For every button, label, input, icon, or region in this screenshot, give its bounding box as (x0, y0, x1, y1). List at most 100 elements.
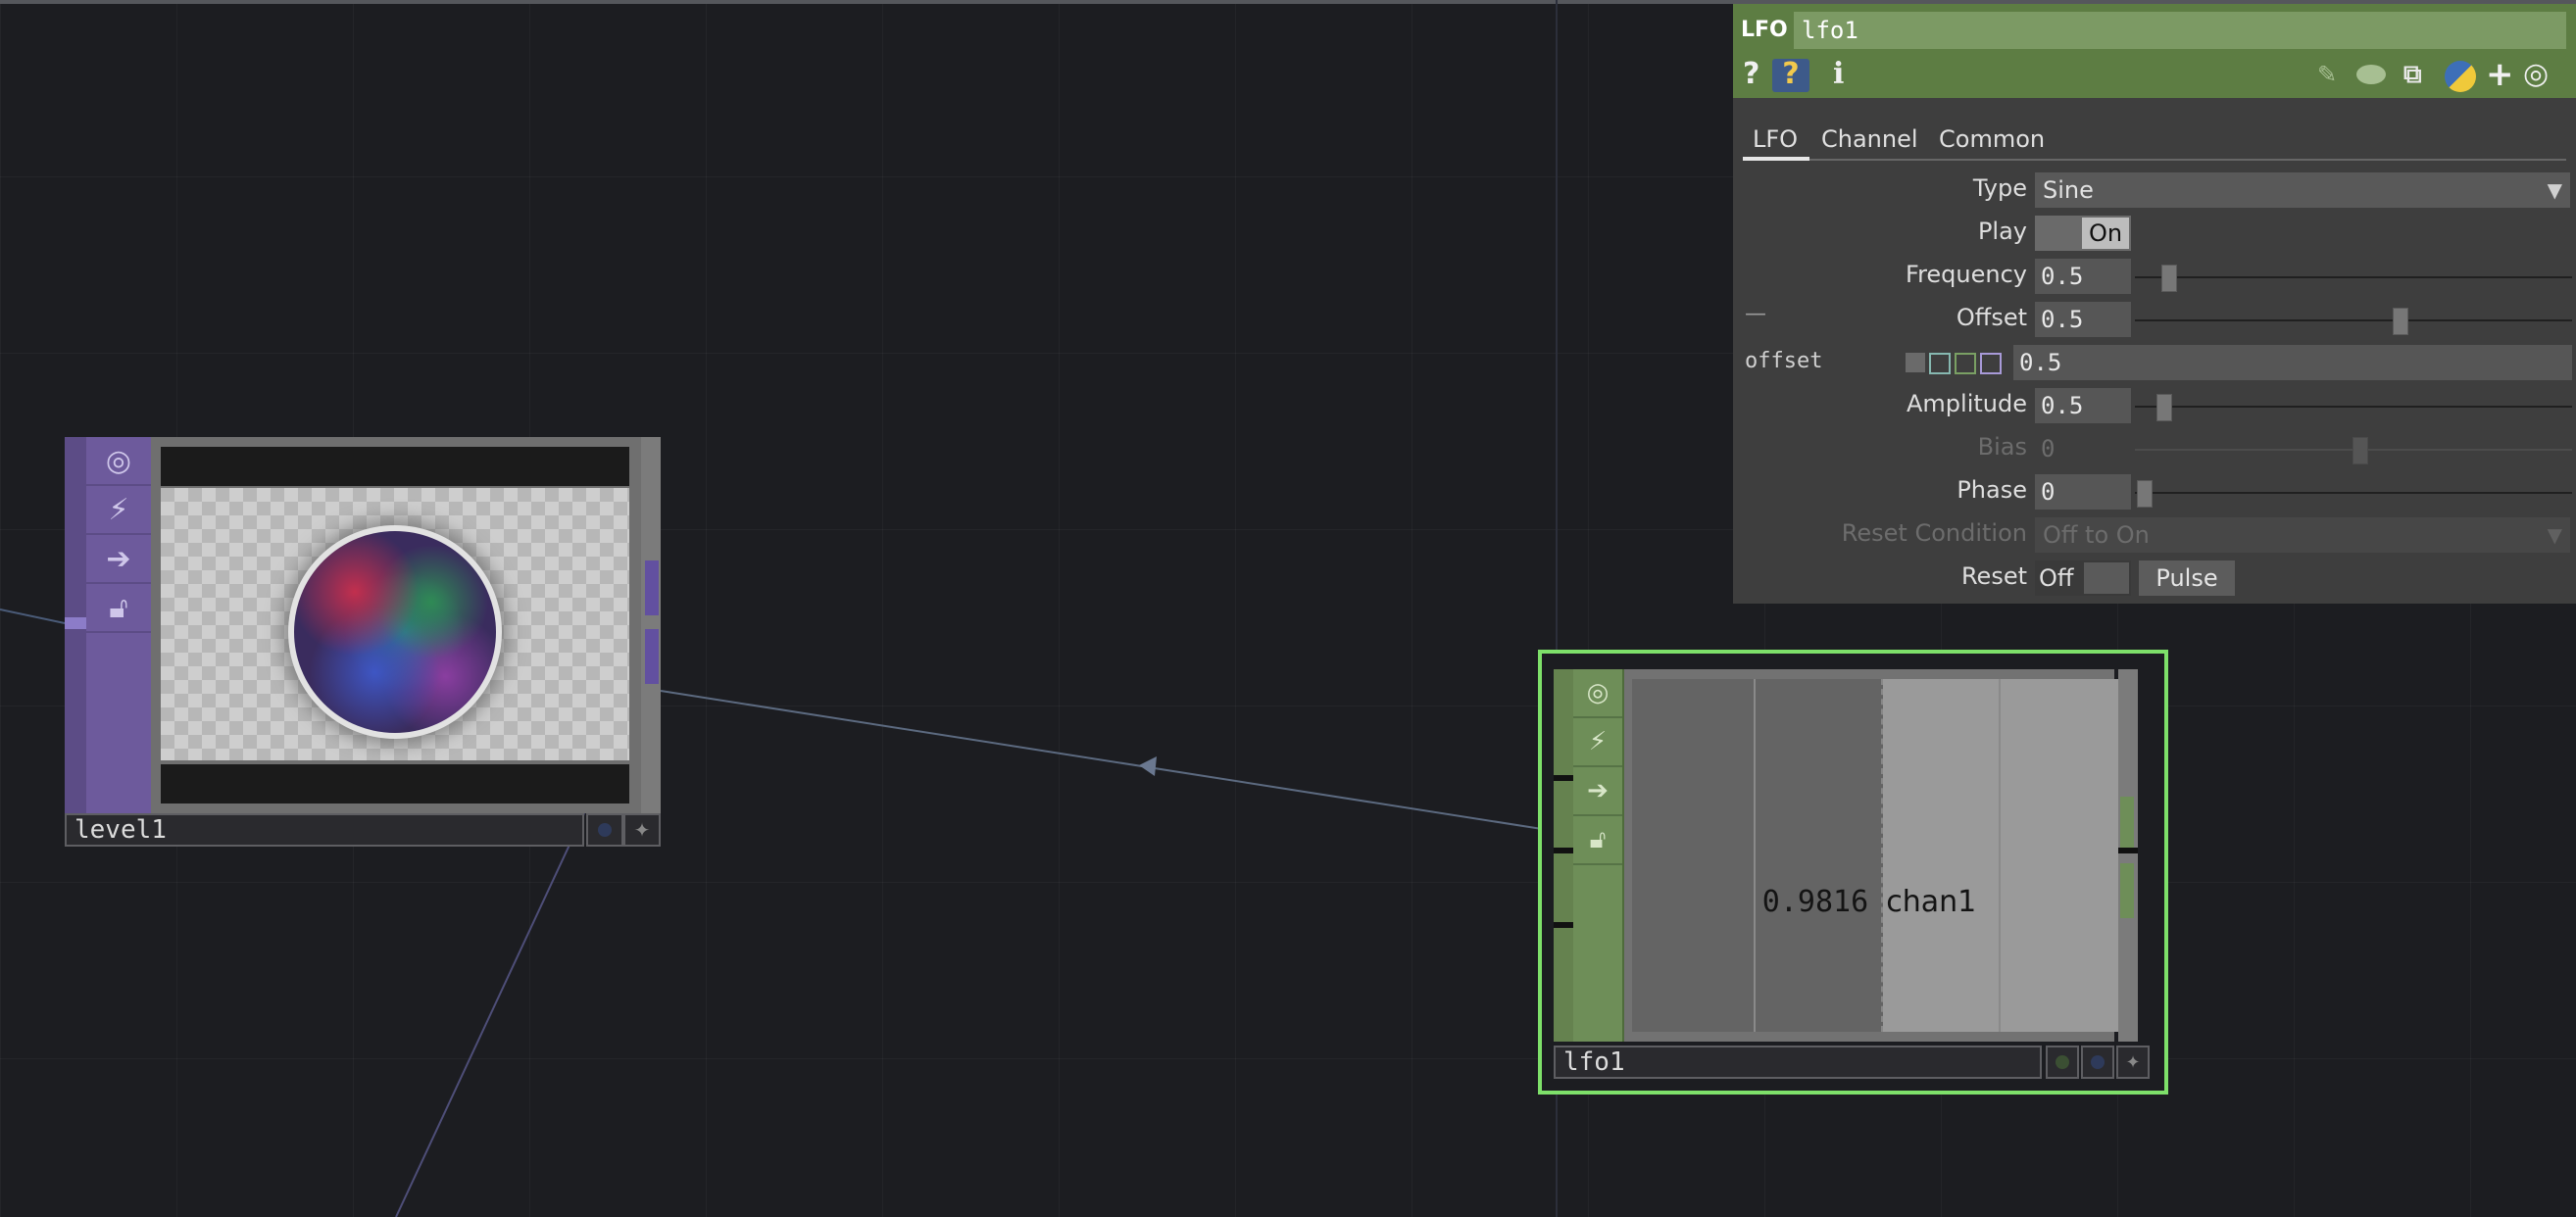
parameter-panel: LFO lfo1 ? ? i ✎ ⧉ + ◎ LFO Channel Commo… (1733, 4, 2576, 604)
viewer-icon[interactable]: ◎ (1573, 669, 1622, 718)
wire-level-output[interactable] (395, 812, 585, 1217)
viewer-toggle-icon[interactable]: ◎ (2523, 59, 2549, 90)
render-flag-icon[interactable]: ✦ (2116, 1046, 2150, 1079)
active-tab-indicator (1743, 157, 1809, 161)
operator-name-field[interactable]: lfo1 (1794, 12, 2566, 49)
output-connector-2[interactable] (2120, 863, 2134, 918)
noise-sphere-image (288, 525, 502, 739)
export-arrow-icon[interactable]: ➔ (86, 535, 151, 584)
reset-state-label: Off (2039, 564, 2074, 592)
amplitude-slider-handle[interactable] (2156, 394, 2172, 421)
edit-icon[interactable]: ✎ (2317, 59, 2337, 90)
param-label: Amplitude (1907, 390, 2027, 417)
mode-constant-icon[interactable] (1906, 353, 1925, 372)
wire-level-input[interactable] (0, 608, 66, 624)
tab-common[interactable]: Common (1939, 125, 2045, 153)
lfo-chop-node[interactable]: ◎ ⚡ ➔ 🔓︎ 0.9816 chan1 lfo1 ✦ (1538, 650, 2168, 1095)
letterbox-top (161, 447, 629, 486)
reset-condition-dropdown: Off to On ▼ (2035, 517, 2570, 553)
bypass-icon[interactable]: ⚡ (1573, 718, 1622, 767)
python-help-icon[interactable]: ? (1772, 59, 1809, 92)
offset-expanded-field[interactable]: 0.5 (2013, 345, 2572, 380)
amplitude-slider-track[interactable] (2135, 406, 2572, 408)
phase-field[interactable]: 0 (2035, 474, 2131, 510)
param-label: Offset (1956, 304, 2027, 331)
frequency-field[interactable]: 0.5 (2035, 259, 2131, 294)
python-icon[interactable] (2445, 61, 2476, 92)
reset-toggle-knob (2084, 562, 2129, 594)
viewer-icon[interactable]: ◎ (86, 437, 151, 486)
mode-bind-icon[interactable] (1980, 353, 2002, 374)
node-input-strip[interactable] (1554, 669, 1573, 1042)
level-top-node[interactable]: ◎ ⚡ ➔ 🔓︎ level1 ✦ (65, 437, 661, 847)
mode-export-icon[interactable] (1955, 353, 1976, 374)
play-toggle[interactable]: On (2035, 216, 2131, 251)
bypass-icon[interactable]: ⚡ (86, 486, 151, 535)
channel-readout: 0.9816 chan1 (1624, 885, 2114, 919)
render-flag-icon[interactable]: ✦ (623, 813, 661, 847)
type-dropdown[interactable]: Sine ▼ (2035, 172, 2570, 208)
param-type: Type Sine ▼ (1733, 170, 2576, 210)
param-frequency: Frequency 0.5 (1733, 257, 2576, 296)
node-viewer[interactable] (151, 437, 641, 813)
node-flags-column: ◎ ⚡ ➔ 🔓︎ (1573, 669, 1624, 1042)
param-label: Frequency (1906, 261, 2027, 288)
play-toggle-label: On (2082, 218, 2129, 249)
frequency-slider-handle[interactable] (2161, 265, 2177, 292)
phase-slider-handle[interactable] (2137, 480, 2153, 508)
collapse-icon[interactable]: — (1745, 302, 1766, 326)
output-connector[interactable] (2120, 797, 2134, 852)
channel-name: chan1 (1886, 885, 1977, 919)
letterbox-bottom (161, 764, 629, 803)
frequency-slider-track[interactable] (2135, 276, 2572, 278)
bias-field: 0 (2041, 435, 2056, 462)
tab-divider (1743, 159, 2566, 161)
transparency-checker (161, 488, 629, 760)
tab-channel[interactable]: Channel (1821, 125, 1918, 153)
offset-slider-track[interactable] (2135, 319, 2572, 321)
offset-slider-handle[interactable] (2393, 308, 2408, 335)
output-marker (2118, 848, 2138, 853)
viewer-divider (1754, 679, 1756, 1032)
panel-header: LFO lfo1 ? ? i ✎ ⧉ + ◎ (1733, 4, 2576, 98)
offset-python-name: offset (1745, 349, 1823, 373)
mode-expression-icon[interactable] (1929, 353, 1951, 374)
input-marker (1554, 775, 1573, 781)
output-connector[interactable] (645, 560, 659, 615)
wire-direction-arrow (1139, 756, 1157, 776)
type-value: Sine (2043, 176, 2094, 204)
offset-field[interactable]: 0.5 (2035, 302, 2131, 337)
output-connector-2[interactable] (645, 629, 659, 684)
help-icon[interactable]: ? (1743, 59, 1759, 90)
pulse-button[interactable]: Pulse (2139, 560, 2235, 596)
channel-viewer[interactable]: 0.9816 chan1 (1624, 669, 2122, 1042)
param-play: Play On (1733, 214, 2576, 253)
reset-toggle[interactable]: Off (2035, 560, 2131, 596)
lock-icon[interactable]: 🔓︎ (1573, 816, 1622, 865)
node-name-field[interactable]: lfo1 (1554, 1046, 2042, 1079)
operator-type-label: LFO (1741, 18, 1788, 42)
cook-flag-icon[interactable] (2046, 1046, 2079, 1079)
param-label: Reset Condition (1841, 519, 2027, 547)
amplitude-field[interactable]: 0.5 (2035, 388, 2131, 423)
input-marker (1554, 922, 1573, 928)
info-icon[interactable]: i (1833, 59, 1844, 90)
phase-slider-track[interactable] (2135, 492, 2572, 494)
clone-icon[interactable]: ⧉ (2403, 59, 2422, 90)
tab-lfo[interactable]: LFO (1753, 125, 1798, 153)
node-name-field[interactable]: level1 (65, 813, 584, 847)
export-arrow-icon[interactable]: ➔ (1573, 767, 1622, 816)
input-connector[interactable] (65, 617, 86, 629)
param-label: Reset (1960, 562, 2027, 590)
node-input-strip[interactable] (65, 437, 86, 813)
display-flag-icon[interactable] (2081, 1046, 2114, 1079)
add-icon[interactable]: + (2486, 58, 2514, 91)
node-output-strip[interactable] (2118, 669, 2138, 1042)
lock-icon[interactable]: 🔓︎ (86, 584, 151, 633)
channel-bar-light (1883, 679, 2122, 1032)
wire-export-lfo-level[interactable] (660, 690, 1543, 830)
node-output-strip[interactable] (641, 437, 661, 813)
comment-icon[interactable] (2356, 65, 2386, 84)
display-flag-icon[interactable] (586, 813, 623, 847)
param-label: Phase (1957, 476, 2027, 504)
